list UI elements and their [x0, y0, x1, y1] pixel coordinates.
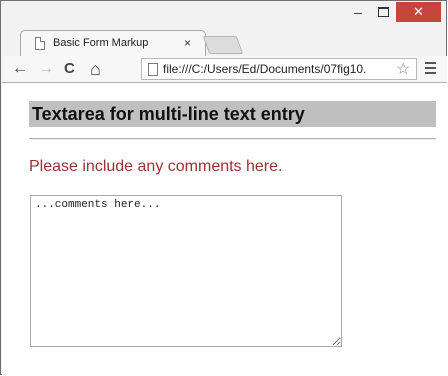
comments-textarea[interactable]: ...comments here... — [30, 195, 342, 347]
tab-title: Basic Form Markup — [53, 37, 149, 49]
browser-toolbar: ← → C ⌂ file:///C:/Users/Ed/Documents/07… — [2, 56, 447, 83]
home-icon[interactable]: ⌂ — [90, 59, 101, 79]
browser-window: – ✕ Basic Form Markup × ← → C ⌂ file:///… — [0, 0, 447, 375]
comments-prompt: Please include any comments here. — [29, 158, 283, 175]
horizontal-rule — [29, 138, 436, 140]
url-text: file:///C:/Users/Ed/Documents/07fig10. — [163, 62, 367, 76]
page-icon — [35, 37, 45, 50]
page-heading: Textarea for multi-line text entry — [29, 101, 436, 127]
forward-arrow-icon[interactable]: → — [38, 59, 54, 79]
minimize-button[interactable]: – — [347, 3, 369, 21]
address-bar[interactable]: file:///C:/Users/Ed/Documents/07fig10. ☆ — [141, 58, 417, 80]
bookmark-star-icon[interactable]: ☆ — [396, 59, 410, 79]
new-tab-button[interactable] — [202, 36, 244, 54]
page-content: Textarea for multi-line text entry Pleas… — [2, 83, 447, 375]
reload-icon[interactable]: C — [64, 59, 75, 79]
back-arrow-icon[interactable]: ← — [12, 59, 28, 79]
tab-basic-form-markup[interactable]: Basic Form Markup × — [20, 30, 206, 56]
tab-close-icon[interactable]: × — [184, 36, 191, 50]
maximize-icon — [377, 7, 389, 17]
maximize-button[interactable] — [372, 3, 394, 21]
page-icon — [148, 63, 158, 76]
menu-icon[interactable] — [422, 59, 438, 77]
close-window-button[interactable]: ✕ — [396, 2, 441, 22]
